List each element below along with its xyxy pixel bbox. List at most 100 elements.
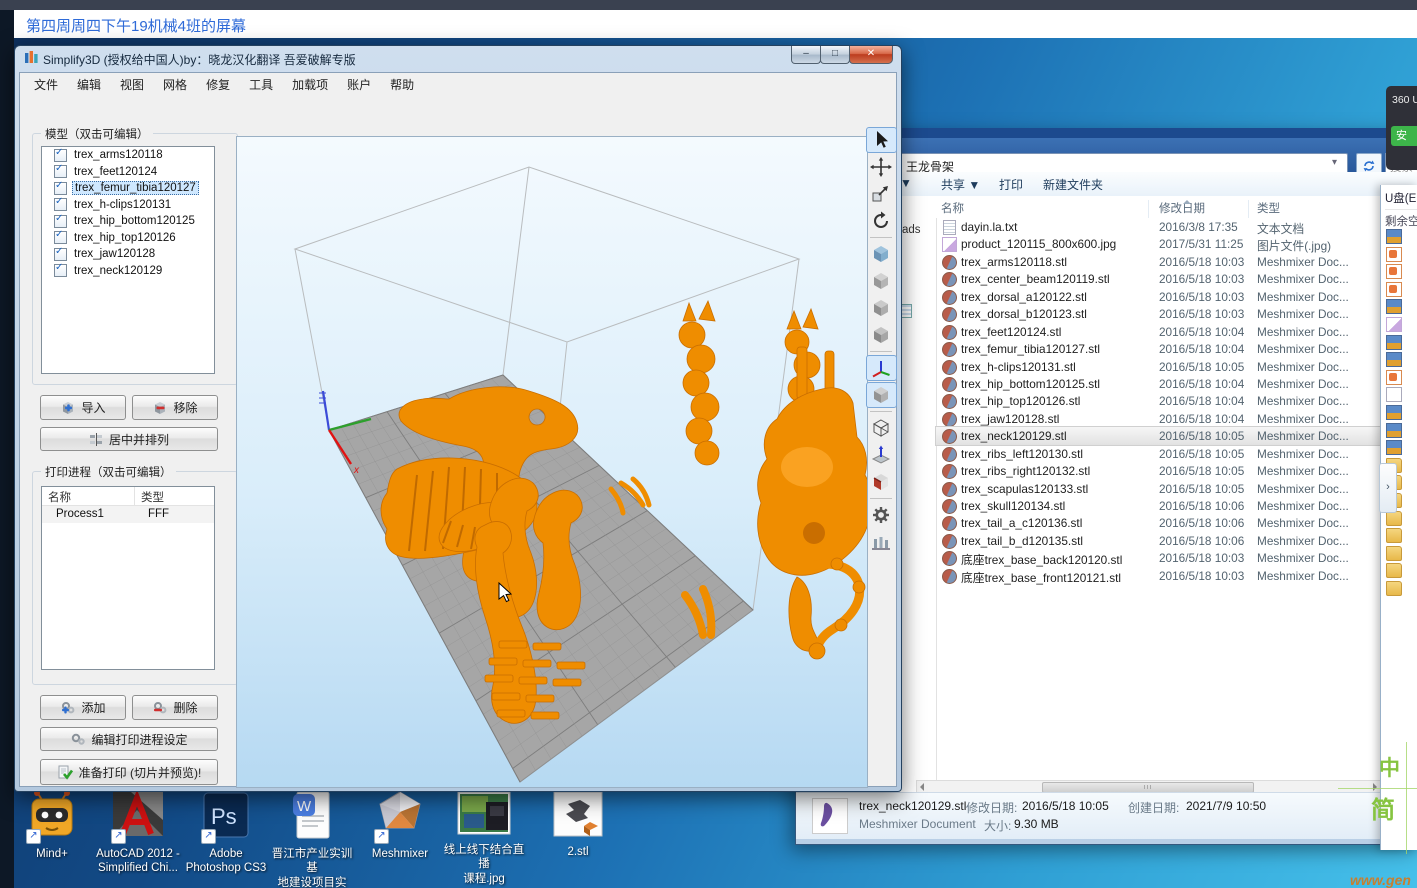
- menu-item-4[interactable]: 修复: [206, 76, 230, 93]
- menu-item-7[interactable]: 账户: [347, 76, 371, 93]
- view-cube-front-button[interactable]: [866, 268, 897, 294]
- prepare-print-button[interactable]: 准备打印 (切片并预览)!: [40, 759, 218, 785]
- menu-item-8[interactable]: 帮助: [390, 76, 414, 93]
- media-file-icon[interactable]: [1386, 352, 1402, 367]
- view-cube-iso-button[interactable]: [866, 322, 897, 348]
- file-row[interactable]: trex_femur_tibia120127.stl2016/5/18 10:0…: [936, 340, 1417, 357]
- model-checkbox[interactable]: [54, 215, 67, 228]
- ppt-file-icon[interactable]: [1386, 370, 1402, 385]
- file-row[interactable]: 底座trex_base_back120120.stl2016/5/18 10:0…: [936, 549, 1417, 566]
- model-list-item[interactable]: trex_h-clips120131: [42, 197, 214, 214]
- move-tool-button[interactable]: [866, 154, 897, 180]
- model-checkbox[interactable]: [54, 165, 67, 178]
- desktop-icon-mindplus[interactable]: ↗ Mind+: [8, 790, 96, 861]
- menu-item-2[interactable]: 视图: [120, 76, 144, 93]
- folder-file-icon[interactable]: [1386, 546, 1402, 561]
- support-structures-button[interactable]: [866, 529, 897, 555]
- doc-file-icon[interactable]: [1386, 387, 1402, 402]
- ime-simplified-indicator[interactable]: 简: [1371, 790, 1395, 825]
- column-date[interactable]: 修改日期: [1159, 200, 1205, 216]
- model-checkbox[interactable]: [54, 198, 67, 211]
- delete-process-button[interactable]: 删除: [132, 695, 218, 720]
- file-row[interactable]: trex_hip_bottom120125.stl2016/5/18 10:04…: [936, 375, 1417, 392]
- media-file-icon[interactable]: [1386, 335, 1402, 350]
- ppt-file-icon[interactable]: [1386, 282, 1402, 297]
- process-col-name[interactable]: 名称: [42, 487, 135, 505]
- scroll-left-icon[interactable]: [920, 783, 924, 791]
- media-file-icon[interactable]: [1386, 440, 1402, 455]
- import-button[interactable]: 导入: [40, 395, 126, 420]
- model-checkbox[interactable]: [54, 182, 67, 195]
- folder-file-icon[interactable]: [1386, 581, 1402, 596]
- menu-item-0[interactable]: 文件: [34, 76, 58, 93]
- ppt-file-icon[interactable]: [1386, 247, 1402, 262]
- media-file-icon[interactable]: [1386, 423, 1402, 438]
- desktop-icon-autocad[interactable]: ↗ AutoCAD 2012 -Simplified Chi...: [94, 790, 182, 876]
- print-button[interactable]: 打印: [999, 176, 1023, 193]
- file-row[interactable]: trex_ribs_right120132.stl2016/5/18 10:05…: [936, 462, 1417, 479]
- file-row[interactable]: trex_h-clips120131.stl2016/5/18 10:05Mes…: [936, 358, 1417, 375]
- remove-button[interactable]: 移除: [132, 395, 218, 420]
- image-file-icon[interactable]: [1386, 317, 1402, 332]
- file-row[interactable]: trex_feet120124.stl2016/5/18 10:04Meshmi…: [936, 323, 1417, 340]
- model-checkbox[interactable]: [54, 264, 67, 277]
- minimize-button[interactable]: –: [791, 46, 821, 64]
- ppt-file-icon[interactable]: [1386, 264, 1402, 279]
- media-file-icon[interactable]: [1386, 229, 1402, 244]
- column-type[interactable]: 类型: [1257, 200, 1280, 216]
- file-row[interactable]: trex_arms120118.stl2016/5/18 10:03Meshmi…: [936, 253, 1417, 270]
- menu-item-6[interactable]: 加载项: [292, 76, 328, 93]
- file-row[interactable]: trex_neck120129.stl2016/5/18 10:05Meshmi…: [936, 427, 1417, 444]
- file-row[interactable]: 底座trex_base_front120121.stl2016/5/18 10:…: [936, 567, 1417, 584]
- view-cube-top-button[interactable]: [866, 241, 897, 267]
- solid-view-button[interactable]: [866, 382, 897, 408]
- model-checkbox[interactable]: [54, 248, 67, 261]
- scale-tool-button[interactable]: [866, 181, 897, 207]
- share-button[interactable]: 共享 ▼: [941, 176, 980, 193]
- media-file-icon[interactable]: [1386, 299, 1402, 314]
- file-row[interactable]: trex_jaw120128.stl2016/5/18 10:04Meshmix…: [936, 410, 1417, 427]
- column-name[interactable]: 名称: [941, 200, 964, 216]
- model-checkbox[interactable]: [54, 231, 67, 244]
- add-process-button[interactable]: 添加: [40, 695, 126, 720]
- close-button[interactable]: ✕: [849, 46, 893, 64]
- select-cursor-button[interactable]: [866, 127, 897, 153]
- nav-item-fragment[interactable]: ads: [902, 224, 921, 236]
- file-row[interactable]: trex_tail_a_c120136.stl2016/5/18 10:06Me…: [936, 514, 1417, 531]
- media-file-icon[interactable]: [1386, 405, 1402, 420]
- viewport-3d[interactable]: x: [236, 136, 868, 788]
- desktop-icon-jpg[interactable]: 线上线下结合直播课程.jpg: [440, 790, 528, 886]
- desktop-icon-stl[interactable]: 2.stl: [534, 790, 622, 859]
- menu-item-1[interactable]: 编辑: [77, 76, 101, 93]
- file-row[interactable]: trex_tail_b_d120135.stl2016/5/18 10:06Me…: [936, 532, 1417, 549]
- file-row[interactable]: trex_scapulas120133.stl2016/5/18 10:05Me…: [936, 480, 1417, 497]
- model-list-item[interactable]: trex_hip_bottom120125: [42, 213, 214, 230]
- folder-file-icon[interactable]: [1386, 563, 1402, 578]
- menu-item-3[interactable]: 网格: [163, 76, 187, 93]
- expand-pane-button[interactable]: ›: [1379, 463, 1397, 513]
- view-cube-side-button[interactable]: [866, 295, 897, 321]
- model-list-item[interactable]: trex_hip_top120126: [42, 230, 214, 247]
- desktop-icon-meshmixer[interactable]: ↗ Meshmixer: [356, 790, 444, 861]
- model-list-item[interactable]: trex_arms120118: [42, 147, 214, 164]
- process-row[interactable]: Process1 FFF: [42, 506, 214, 523]
- desktop-icon-photoshop[interactable]: Ps ↗ AdobePhotoshop CS3: [182, 790, 270, 876]
- coordinate-axes-button[interactable]: [866, 355, 897, 381]
- process-col-type[interactable]: 类型: [135, 487, 164, 505]
- file-row[interactable]: dayin.la.txt2016/3/8 17:35文本文档: [936, 218, 1417, 235]
- surface-normal-button[interactable]: [866, 442, 897, 468]
- file-row[interactable]: trex_center_beam120119.stl2016/5/18 10:0…: [936, 270, 1417, 287]
- popup-360-safe-button[interactable]: 安: [1391, 126, 1417, 146]
- rotate-tool-button[interactable]: [866, 208, 897, 234]
- new-folder-button[interactable]: 新建文件夹: [1043, 176, 1103, 193]
- file-row[interactable]: trex_ribs_left120130.stl2016/5/18 10:05M…: [936, 445, 1417, 462]
- file-row[interactable]: trex_dorsal_b120123.stl2016/5/18 10:03Me…: [936, 305, 1417, 322]
- wireframe-view-button[interactable]: [866, 415, 897, 441]
- model-list-item[interactable]: trex_jaw120128: [42, 246, 214, 263]
- desktop-icon-word-doc[interactable]: W 晋江市产业实训基地建设项目实施...: [268, 790, 356, 888]
- menu-item-5[interactable]: 工具: [249, 76, 273, 93]
- model-list-item[interactable]: trex_femur_tibia120127: [42, 180, 214, 197]
- file-row[interactable]: trex_skull120134.stl2016/5/18 10:06Meshm…: [936, 497, 1417, 514]
- file-row[interactable]: product_120115_800x600.jpg2017/5/31 11:2…: [936, 235, 1417, 252]
- file-row[interactable]: trex_hip_top120126.stl2016/5/18 10:04Mes…: [936, 392, 1417, 409]
